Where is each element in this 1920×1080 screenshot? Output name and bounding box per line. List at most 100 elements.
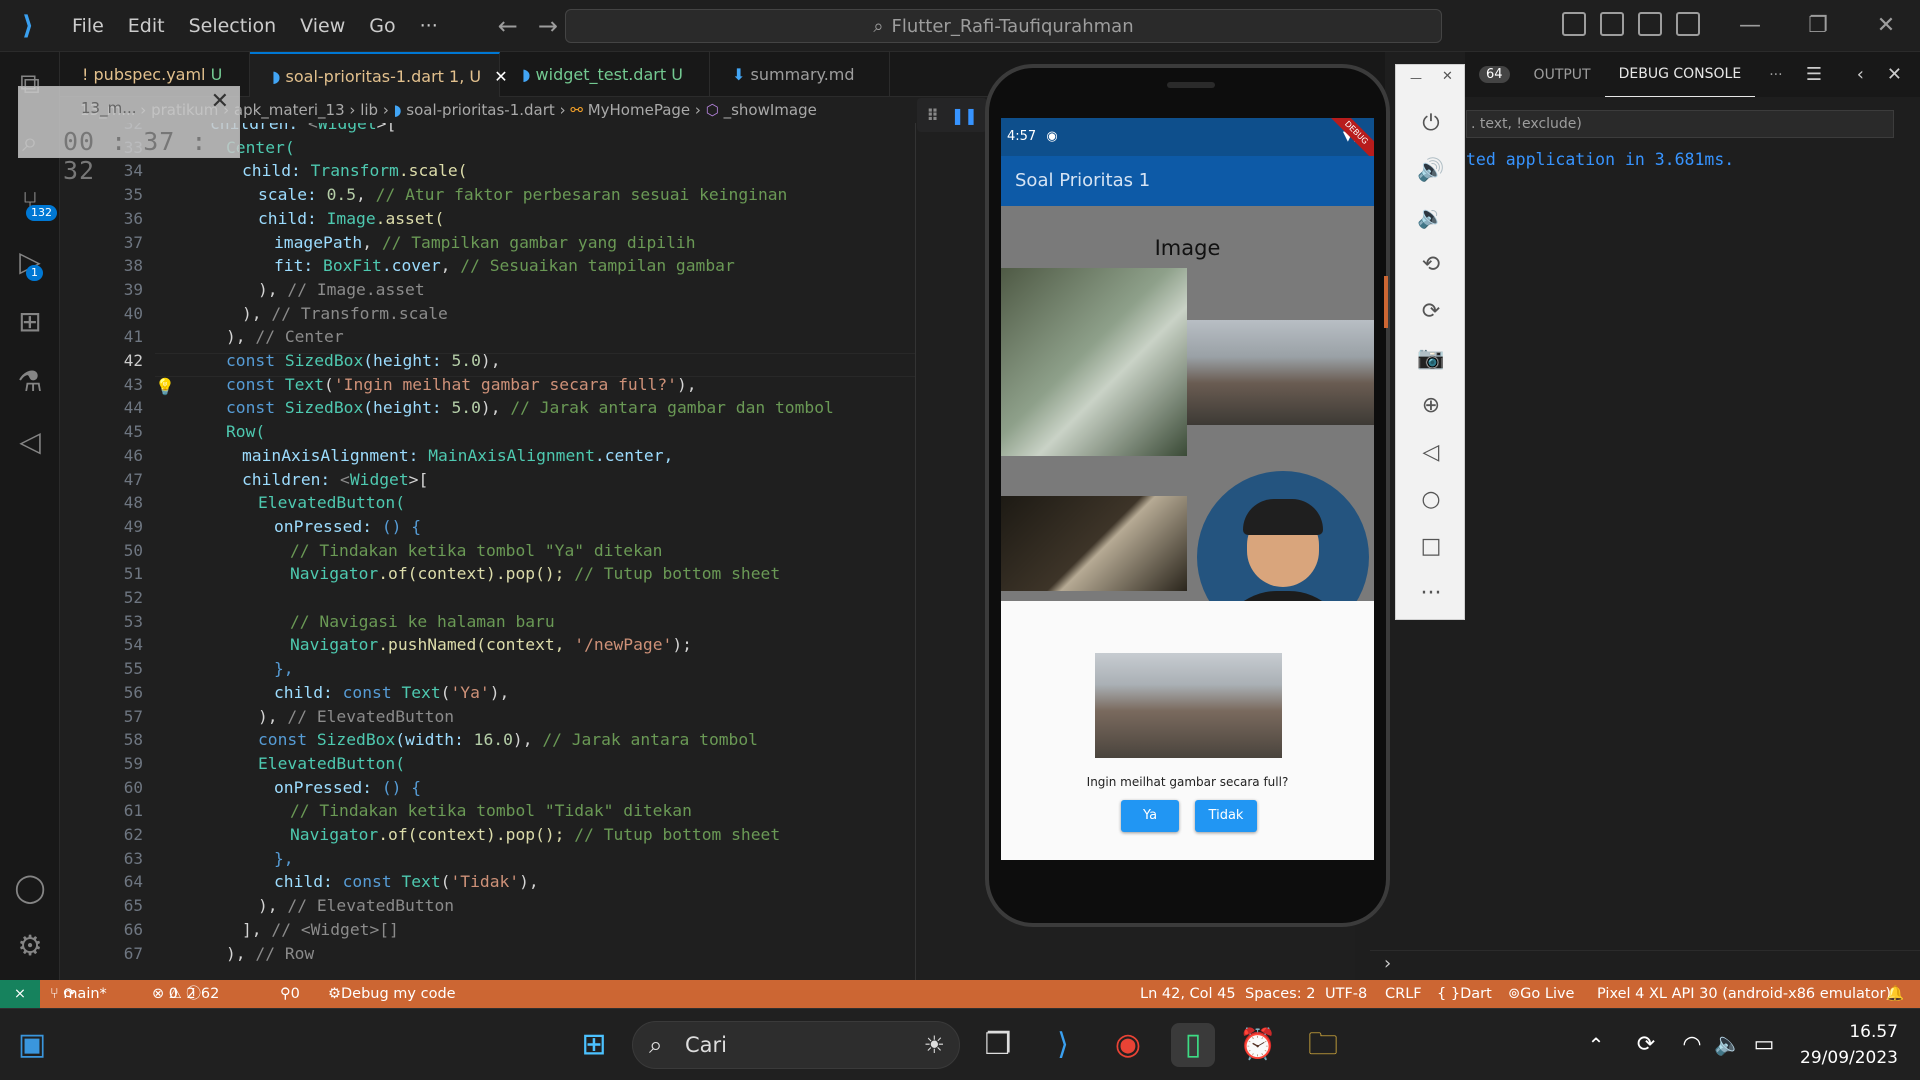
tab-soal-prioritas[interactable]: ◗ soal-prioritas-1.dart 1, U ✕	[250, 52, 508, 97]
worker-photo[interactable]	[1001, 496, 1187, 591]
task-view-icon[interactable]: ❐	[976, 1023, 1020, 1067]
camera-icon[interactable]: 📷	[1416, 344, 1446, 374]
preview-image[interactable]	[1095, 653, 1282, 758]
cursor-position[interactable]: Ln 42, Col 45	[1140, 980, 1236, 1008]
android-studio-icon[interactable]: ▯	[1171, 1023, 1215, 1067]
building-photo[interactable]	[1187, 320, 1374, 425]
close-panel-icon[interactable]: ✕	[1887, 64, 1902, 85]
file-explorer-icon[interactable]: 🗀	[1301, 1023, 1345, 1067]
encoding[interactable]: UTF-8	[1325, 980, 1367, 1008]
menu-view[interactable]: View	[288, 0, 357, 52]
menu-go[interactable]: Go	[357, 0, 407, 52]
home-icon[interactable]: ○	[1416, 485, 1446, 515]
language-mode[interactable]: { } Dart	[1437, 980, 1492, 1008]
tray-overflow-icon[interactable]: ⌃	[1574, 1023, 1618, 1067]
go-live[interactable]: ⊚ Go Live	[1508, 980, 1574, 1008]
alarm-clock-icon[interactable]: ⏰	[1236, 1023, 1280, 1067]
notifications-bell-icon[interactable]: 🔔	[1886, 980, 1904, 1008]
back-icon[interactable]: ◁	[1416, 438, 1446, 468]
testing-icon[interactable]: ⚗	[12, 364, 48, 400]
breadcrumb-item[interactable]: apk_materi_13	[234, 101, 345, 119]
code-line-64: child: const Text('Tidak'),	[274, 872, 539, 892]
scroll-indicator[interactable]	[1384, 276, 1388, 328]
lightbulb-icon[interactable]: 💡	[155, 377, 175, 396]
minimize-button[interactable]: —	[1716, 0, 1784, 52]
restore-button[interactable]: ❐	[1784, 0, 1852, 52]
menu-file[interactable]: File	[60, 0, 116, 52]
close-emulator-icon[interactable]: ✕	[1442, 69, 1453, 84]
breadcrumb-item[interactable]: soal-prioritas-1.dart	[406, 101, 555, 119]
rotate-right-icon[interactable]: ⟳	[1416, 297, 1446, 327]
filter-list-icon[interactable]: ☰	[1806, 64, 1822, 85]
breadcrumb-item[interactable]: _showImage	[724, 101, 817, 119]
no-button[interactable]: Tidak	[1195, 800, 1257, 832]
menu-edit[interactable]: Edit	[116, 0, 177, 52]
sync-icon[interactable]: ⟳	[1624, 1023, 1668, 1067]
taskbar-clock[interactable]: 16.57 29/09/2023	[1800, 1019, 1898, 1071]
overview-icon[interactable]: □	[1416, 532, 1446, 562]
debug-config[interactable]: ⚙ Debug my code	[328, 980, 456, 1008]
start-windows-icon[interactable]: ⊞	[572, 1023, 616, 1067]
account-icon[interactable]: ◯	[12, 870, 48, 906]
taskbar-search[interactable]: ⌕ Cari ☀	[632, 1021, 960, 1069]
search-label: Cari	[685, 1033, 727, 1057]
drag-handle-icon[interactable]: ⠿	[926, 106, 939, 125]
emulator-screen[interactable]: 4:57 ◉ ▼▮ DEBUG Soal Prioritas 1 Image I…	[1001, 118, 1374, 860]
volume-down-icon[interactable]: 🔉	[1416, 203, 1446, 233]
tab-label: summary.md	[750, 65, 855, 84]
customize-layout-icon[interactable]	[1676, 12, 1700, 36]
settings-gear-icon[interactable]: ⚙	[12, 928, 48, 964]
line-number: 52	[123, 588, 143, 607]
flutter-icon[interactable]: ◁	[12, 424, 48, 460]
timer-overlay[interactable]: 13_m... ✕ 00 : 37 : 32	[18, 86, 240, 185]
widgets-icon[interactable]: ▣	[10, 1023, 54, 1067]
toggle-primary-sidebar-icon[interactable]	[1562, 12, 1586, 36]
zoom-icon[interactable]: ⊕	[1416, 391, 1446, 421]
console-filter-input[interactable]: . text, !exclude)	[1466, 110, 1894, 138]
volume-up-icon[interactable]: 🔊	[1416, 156, 1446, 186]
yes-button[interactable]: Ya	[1121, 800, 1179, 832]
console-input-prompt[interactable]: ›	[1370, 950, 1920, 980]
indentation[interactable]: Spaces: 2	[1245, 980, 1315, 1008]
tab-status: U	[210, 65, 223, 84]
tab-output[interactable]: OUTPUT	[1520, 67, 1605, 83]
line-number: 60	[123, 777, 143, 797]
remote-icon[interactable]: ⨯	[0, 980, 40, 1008]
code-line-36: child: Image.asset(	[258, 208, 445, 228]
menu-selection[interactable]: Selection	[177, 0, 289, 52]
more-options-icon[interactable]: ···	[1416, 579, 1446, 609]
tab-summary[interactable]: ⬇ summary.md	[710, 52, 890, 97]
toggle-panel-icon[interactable]	[1600, 12, 1624, 36]
collapse-icon[interactable]: ‹	[1857, 64, 1864, 85]
problems-summary[interactable]: ⊗ 0 ⚠ 2 ⓘ 62	[152, 980, 219, 1008]
forward-arrow-icon[interactable]: →	[538, 12, 558, 40]
problems-count-badge[interactable]: 64	[1479, 66, 1510, 83]
ports-indicator[interactable]: ⚲ 0	[280, 980, 300, 1008]
minimize-emulator-icon[interactable]: —	[1410, 71, 1422, 85]
close-window-button[interactable]: ✕	[1852, 0, 1920, 52]
close-timer-icon[interactable]: ✕	[211, 89, 229, 114]
tab-debug-console[interactable]: DEBUG CONSOLE	[1604, 52, 1756, 97]
breadcrumb-item[interactable]: lib	[360, 101, 378, 119]
coconut-photo[interactable]	[1001, 268, 1187, 456]
menu-more[interactable]: ···	[408, 0, 450, 52]
panel-more-icon[interactable]: ···	[1755, 67, 1796, 83]
chrome-icon[interactable]: ◉	[1106, 1023, 1150, 1067]
tab-widget-test[interactable]: ◗ widget_test.dart U	[500, 52, 710, 97]
rotate-left-icon[interactable]: ⟲	[1416, 250, 1446, 280]
breadcrumb-item[interactable]: MyHomePage	[588, 101, 690, 119]
back-arrow-icon[interactable]: ←	[498, 12, 518, 40]
extensions-icon[interactable]: ⊞	[12, 304, 48, 340]
line-number: 61	[123, 801, 143, 821]
device-selector[interactable]: Pixel 4 XL API 30 (android-x86 emulator)	[1597, 980, 1891, 1008]
line-ending[interactable]: CRLF	[1385, 980, 1422, 1008]
debug-config-label: Debug my code	[341, 986, 456, 1002]
battery-icon[interactable]: ▭	[1742, 1023, 1786, 1067]
command-center-search[interactable]: ⌕ Flutter_Rafi-Taufiqurahman	[565, 9, 1442, 43]
pause-icon[interactable]: ❚❚	[951, 106, 978, 125]
power-icon[interactable]: ⏻	[1416, 109, 1446, 139]
code-line-61: // Tindakan ketika tombol "Tidak" diteka…	[290, 801, 692, 821]
vscode-taskbar-icon[interactable]: ⟩	[1041, 1023, 1085, 1067]
git-branch[interactable]: ⑂ main* ⟳	[50, 980, 107, 1008]
toggle-secondary-sidebar-icon[interactable]	[1638, 12, 1662, 36]
